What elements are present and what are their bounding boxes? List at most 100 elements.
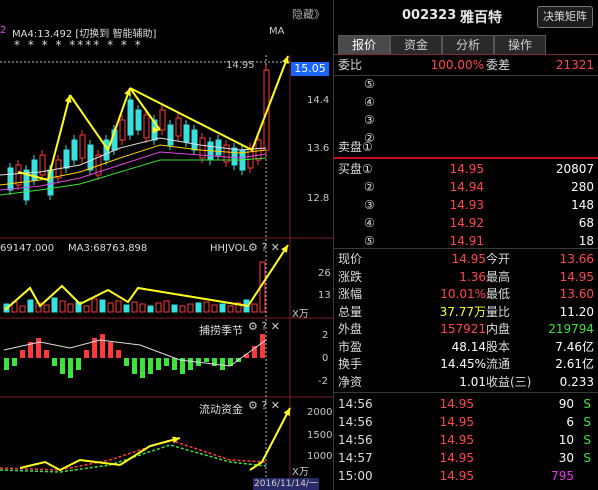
sell-level: ④ <box>364 95 375 109</box>
season-bar <box>84 350 89 358</box>
season-bar <box>20 350 25 358</box>
trend-arrow <box>69 87 131 153</box>
quote-label: 现价 <box>338 252 363 266</box>
tab-operate[interactable]: 操作 <box>494 35 546 54</box>
volume-bar <box>91 298 98 313</box>
quote-label: 净资 <box>338 374 363 389</box>
vol-value-label: 69147.000 <box>0 243 55 254</box>
candlestick <box>63 149 70 169</box>
weibi-label: 委比 <box>338 58 363 72</box>
quote-label: 量比 <box>486 304 511 319</box>
volume-bar <box>115 300 122 313</box>
buy-level-row: 买盘① 14.95 20807 <box>334 160 598 178</box>
volume-bar <box>171 304 178 313</box>
tick-row[interactable]: 14:56 14.95 10 S <box>334 431 598 449</box>
tick-price: 14.95 <box>439 451 474 465</box>
quote-label: 换手 <box>338 357 363 371</box>
tick-row[interactable]: 15:00 14.95 795 <box>334 467 598 485</box>
candlestick <box>87 144 94 171</box>
volume-bar <box>227 305 234 313</box>
quote-value: 48.14 <box>451 339 486 354</box>
candlestick <box>159 109 166 131</box>
tab-quote[interactable]: 报价 <box>338 35 390 54</box>
volume-bar <box>163 300 170 313</box>
candlestick <box>191 129 198 151</box>
quote-row: 外盘 157921 内盘 219794 <box>334 320 598 338</box>
volume-bar <box>155 302 162 313</box>
vol-ma3-label: MA3:68763.898 <box>68 243 148 254</box>
tick-side: S <box>583 451 591 465</box>
flow-tick-3: 1000 <box>307 451 333 462</box>
decision-matrix-button[interactable]: 决策矩阵 <box>537 6 593 28</box>
season-bar <box>148 358 153 374</box>
tick-row[interactable]: 14:56 14.95 90 S <box>334 395 598 413</box>
tab-fund[interactable]: 资金 <box>390 35 442 54</box>
tab-analysis[interactable]: 分析 <box>442 35 494 54</box>
volume-bar <box>59 300 66 313</box>
flow-indicator-name[interactable]: 流动资金 <box>199 401 243 417</box>
buy-volume: 280 <box>571 180 594 194</box>
gear-icon[interactable]: ⚙ ? ✕ <box>248 320 280 333</box>
volume-bar <box>147 305 154 313</box>
candlestick <box>79 134 86 159</box>
tick-row[interactable]: 14:57 14.95 30 S <box>334 449 598 467</box>
flow-line <box>0 439 267 471</box>
season-bar <box>156 358 161 370</box>
season-bar <box>140 358 145 378</box>
quote-row: 换手 14.45% 流通 2.61亿 <box>334 355 598 373</box>
season-bar <box>188 358 193 370</box>
season-bar <box>164 358 169 366</box>
tick-volume: 30 <box>558 451 574 465</box>
vol-indicator-name[interactable]: HHJVOL <box>210 243 248 254</box>
quote-row: 总量 37.77万 量比 11.20 <box>334 303 598 321</box>
volume-bar <box>251 303 258 313</box>
stock-header: 002323 雅百特 决策矩阵 <box>334 0 598 32</box>
volume-bar <box>131 301 138 313</box>
quote-label: 外盘 <box>338 322 363 336</box>
candlestick <box>183 124 190 143</box>
tick-row[interactable]: 14:56 14.95 6 S <box>334 413 598 431</box>
season-bar <box>12 358 17 366</box>
stock-name: 雅百特 <box>460 10 502 26</box>
quote-panel: 002323 雅百特 决策矩阵 报价 资金 分析 操作 委比 100.00% 委… <box>334 0 598 490</box>
quote-value: 11.20 <box>559 304 594 319</box>
quote-label: 涨幅 <box>338 287 363 301</box>
gear-icon[interactable]: ⚙ ? ✕ <box>248 241 280 254</box>
candlestick <box>255 139 262 161</box>
volume-bar <box>195 302 202 313</box>
current-price-tag: 15.05 <box>291 62 329 76</box>
season-indicator-name[interactable]: 捕捞季节 <box>199 322 243 338</box>
flow-arrow <box>249 407 291 471</box>
flow-tick-2: 1500 <box>307 430 333 441</box>
volume-bar <box>43 304 50 313</box>
chart-panel[interactable]: 2 MA4:13.492 [切换到 智能辅助] MA * * * * **** … <box>0 0 333 490</box>
buy-price: 14.93 <box>449 198 484 212</box>
hide-button[interactable]: 隐藏》 <box>292 6 325 22</box>
ma-prefix: 2 <box>0 25 7 36</box>
candlestick <box>231 147 238 166</box>
vol-tick-2: 13 <box>318 290 331 301</box>
flow-tick-1: 2000 <box>307 407 333 418</box>
signal-stars: * * * * **** * * * <box>14 38 143 52</box>
ma-label: MA <box>269 26 285 37</box>
season-bar <box>36 338 41 358</box>
quote-value: 7.46亿 <box>555 339 594 354</box>
tick-time: 14:56 <box>338 415 373 429</box>
stock-code: 002323 <box>402 8 457 23</box>
buy-level: 买盘① <box>338 162 373 176</box>
volume-bar <box>187 303 194 313</box>
quote-row: 市盈 48.14 股本 7.46亿 <box>334 338 598 356</box>
gear-icon[interactable]: ⚙ ? ✕ <box>248 399 280 412</box>
weicha-label: 委差 <box>486 58 511 72</box>
quote-row: 净资 1.01 收益(三) 0.233 <box>334 373 598 391</box>
weicha-value: 21321 <box>555 58 594 72</box>
buy-price: 14.94 <box>449 180 484 194</box>
season-bar <box>260 334 265 358</box>
weibi-row: 委比 100.00% 委差 21321 <box>334 56 598 74</box>
volume-bar <box>99 299 106 313</box>
tick-time: 14:57 <box>338 451 373 465</box>
flow-line <box>0 444 267 473</box>
vol-tick-1: 26 <box>318 268 331 279</box>
tick-price: 14.95 <box>439 397 474 411</box>
candlestick <box>175 117 182 137</box>
